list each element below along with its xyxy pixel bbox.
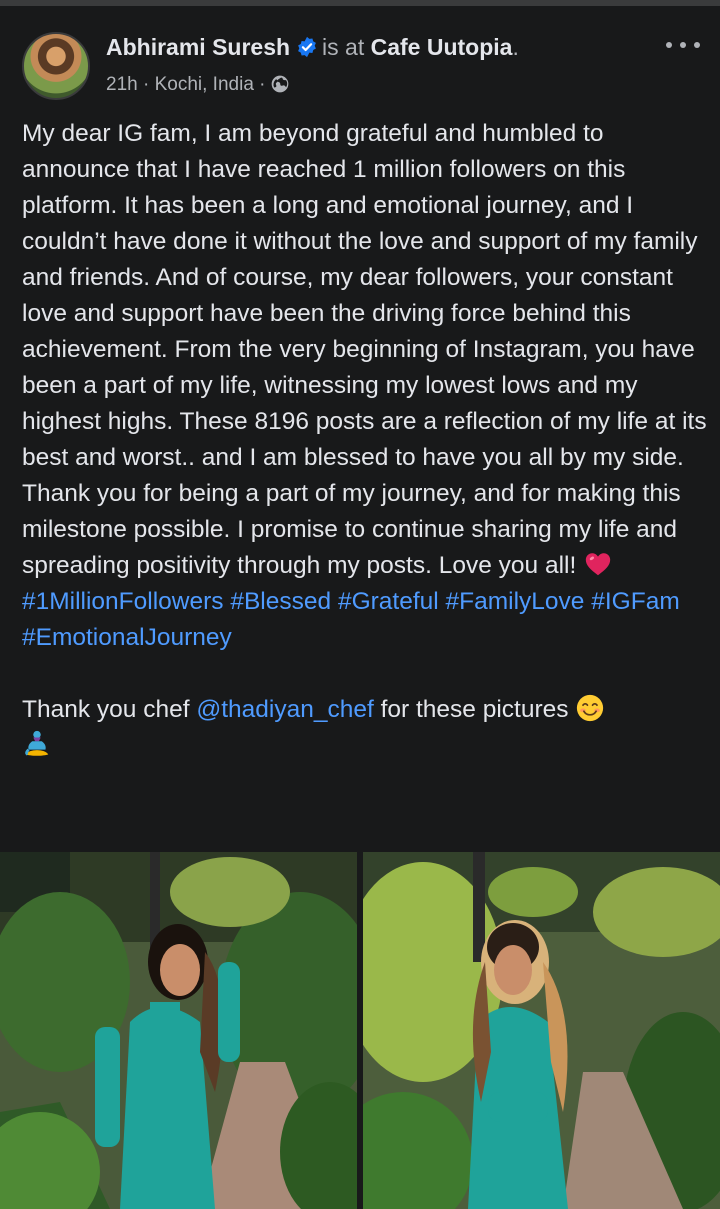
photo-right[interactable] bbox=[363, 852, 720, 1209]
meta-separator-2: · bbox=[259, 74, 266, 95]
mention-link[interactable]: @thadiyan_chef bbox=[196, 696, 373, 723]
thanks-prefix: Thank you chef bbox=[22, 696, 197, 723]
globe-icon bbox=[271, 75, 288, 93]
place-name[interactable]: Cafe Uutopia bbox=[371, 34, 513, 60]
hashtag-link[interactable]: #IGFam bbox=[591, 588, 680, 615]
post-body-text: My dear IG fam, I am beyond grateful and… bbox=[22, 120, 707, 579]
more-options-icon[interactable] bbox=[666, 38, 702, 52]
photo-gallery bbox=[0, 852, 720, 1209]
avatar[interactable] bbox=[22, 32, 90, 100]
hashtag-list: #1MillionFollowers #Blessed #Grateful #F… bbox=[22, 584, 712, 656]
smiling-face-emoji bbox=[577, 694, 604, 722]
hashtag-link[interactable]: #Blessed bbox=[230, 588, 331, 615]
genie-emoji bbox=[25, 730, 49, 756]
meta-separator: · bbox=[142, 74, 150, 95]
verified-badge-icon bbox=[298, 36, 316, 58]
red-heart-emoji bbox=[585, 553, 611, 576]
post-location[interactable]: Kochi, India bbox=[155, 74, 254, 95]
hashtag-link[interactable]: #EmotionalJourney bbox=[22, 624, 232, 651]
post-body: My dear IG fam, I am beyond grateful and… bbox=[22, 116, 712, 584]
place-suffix: . bbox=[512, 34, 519, 60]
author-name[interactable]: Abhirami Suresh bbox=[106, 34, 290, 60]
thanks-line: Thank you chef @thadiyan_chef for these … bbox=[22, 692, 712, 764]
hashtag-link[interactable]: #1MillionFollowers bbox=[22, 588, 224, 615]
author-line: Abhirami Suresh is at Cafe Uutopia. bbox=[106, 34, 519, 61]
post-time[interactable]: 21h bbox=[106, 74, 138, 95]
hashtag-link[interactable]: #Grateful bbox=[338, 588, 439, 615]
top-divider bbox=[0, 0, 720, 6]
post-meta: 21h · Kochi, India · bbox=[106, 74, 290, 96]
thanks-suffix: for these pictures bbox=[373, 696, 569, 723]
is-at-text: is at bbox=[322, 34, 365, 60]
post-header: Abhirami Suresh is at Cafe Uutopia. 21h ·… bbox=[22, 30, 702, 102]
post-text: My dear IG fam, I am beyond grateful and… bbox=[22, 116, 712, 764]
photo-left[interactable] bbox=[0, 852, 357, 1209]
hashtag-link[interactable]: #FamilyLove bbox=[446, 588, 585, 615]
